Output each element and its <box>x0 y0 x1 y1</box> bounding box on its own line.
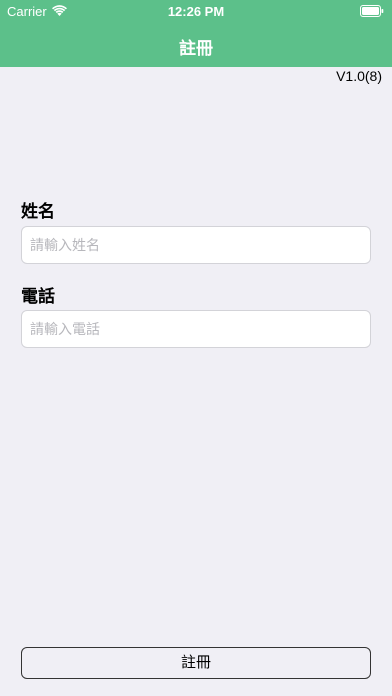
status-time: 12:26 PM <box>167 4 225 19</box>
status-bar: Carrier 12:26 PM <box>0 0 392 22</box>
register-button[interactable]: 註冊 <box>21 647 371 679</box>
version-label: V1.0(8) <box>336 68 382 84</box>
phone-label: 電話 <box>21 287 55 306</box>
app-header: Carrier 12:26 PM 註冊 <box>0 0 392 67</box>
name-input[interactable] <box>21 226 371 264</box>
battery-icon <box>360 5 384 17</box>
name-label: 姓名 <box>21 202 55 221</box>
phone-input[interactable] <box>21 310 371 348</box>
page-title: 註冊 <box>179 39 213 58</box>
